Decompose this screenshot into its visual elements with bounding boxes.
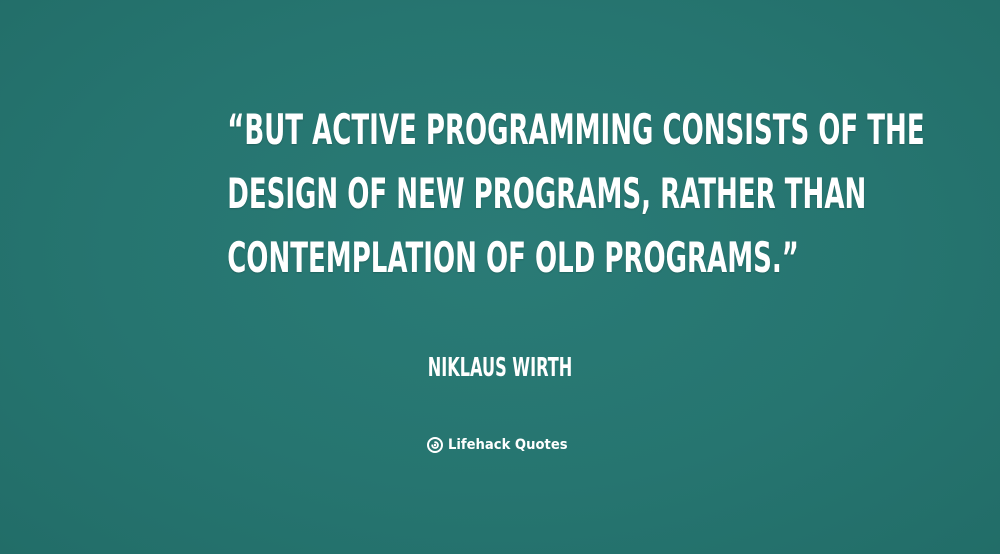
brand-watermark: Lifehack Quotes (427, 432, 575, 458)
quote-author: NIKLAUS WIRTH (427, 353, 573, 383)
quote-card: “BUT ACTIVE PROGRAMMING CONSISTS OF THE … (0, 0, 1000, 554)
brand-name: Lifehack Quotes (448, 437, 568, 453)
quote-line: CONTEMPLATION OF OLD PROGRAMS.” (227, 233, 799, 282)
quote-line: “BUT ACTIVE PROGRAMMING CONSISTS OF THE (227, 105, 925, 154)
quote-text: “BUT ACTIVE PROGRAMMING CONSISTS OF THE … (227, 98, 925, 290)
quote-line: DESIGN OF NEW PROGRAMS, RATHER THAN (227, 169, 867, 218)
lifehack-logo-icon (427, 437, 443, 453)
